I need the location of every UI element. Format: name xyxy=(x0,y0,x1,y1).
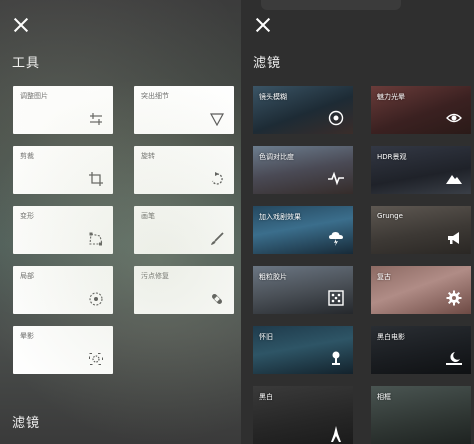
top-bar xyxy=(261,0,401,10)
perspective-icon xyxy=(89,232,103,246)
triangle-icon xyxy=(210,113,224,126)
filter-card-retrolux[interactable]: 怀旧 xyxy=(253,326,353,374)
close-icon[interactable] xyxy=(255,17,271,33)
tool-label: 污点修复 xyxy=(141,272,169,280)
tool-card-adjust[interactable]: 调整图片 xyxy=(13,86,113,134)
filter-label: Grunge xyxy=(377,212,403,220)
filters-panel: 滤镜 镜头模糊 魅力光晕 色调对比度 HDR景观 加入戏剧效果 Grunge 粗… xyxy=(241,0,474,444)
tool-card-healing[interactable]: 污点修复 xyxy=(134,266,234,314)
vignette-icon xyxy=(89,353,103,365)
tool-card-rotate[interactable]: 旋转 xyxy=(134,146,234,194)
tool-card-vignette[interactable]: 晕影 xyxy=(13,326,113,374)
lens-icon xyxy=(328,110,344,126)
filter-label: 怀旧 xyxy=(259,333,273,341)
filter-label: 黑白电影 xyxy=(377,333,405,341)
filter-label: 复古 xyxy=(377,273,391,281)
filter-card-vintage[interactable]: 复古 xyxy=(371,266,471,314)
filter-label: 镜头模糊 xyxy=(259,93,287,101)
sliders-icon xyxy=(90,113,102,125)
filter-label: 魅力光晕 xyxy=(377,93,405,101)
bandage-icon xyxy=(212,294,222,304)
tool-card-perspective[interactable]: 变形 xyxy=(13,206,113,254)
crop-icon xyxy=(89,172,103,186)
filter-card-grainy-film[interactable]: 粗粒胶片 xyxy=(253,266,353,314)
tool-label: 突出细节 xyxy=(141,92,169,100)
tool-label: 调整图片 xyxy=(20,92,48,100)
tool-card-crop[interactable]: 剪裁 xyxy=(13,146,113,194)
app-screen: 工具 调整图片 突出细节 剪裁 旋转 变形 画笔 局部 污点修复 晕影 滤镜 滤… xyxy=(0,0,474,444)
filter-card-noir[interactable]: 黑白电影 xyxy=(371,326,471,374)
film-grain-icon xyxy=(328,290,344,306)
moon-city-icon xyxy=(446,352,462,365)
filter-card-lens-blur[interactable]: 镜头模糊 xyxy=(253,86,353,134)
tools-panel: 工具 调整图片 突出细节 剪裁 旋转 变形 画笔 局部 污点修复 晕影 滤镜 xyxy=(0,0,241,444)
filter-card-black-white[interactable]: 黑白 xyxy=(253,386,353,444)
gear-icon xyxy=(446,290,462,306)
tool-label: 剪裁 xyxy=(20,152,34,160)
megaphone-icon xyxy=(448,232,459,244)
tower-icon xyxy=(331,426,341,442)
filter-label: 相框 xyxy=(377,393,391,401)
tool-label: 旋转 xyxy=(141,152,155,160)
filter-card-tonal-contrast[interactable]: 色调对比度 xyxy=(253,146,353,194)
cloud-lightning-icon xyxy=(329,232,343,246)
eye-icon xyxy=(446,113,462,123)
filter-card-grunge[interactable]: Grunge xyxy=(371,206,471,254)
pulse-icon xyxy=(328,171,344,186)
rotate-icon xyxy=(211,172,223,185)
filter-label: 加入戏剧效果 xyxy=(259,213,301,221)
mountain-icon xyxy=(446,175,462,184)
filter-card-drama[interactable]: 加入戏剧效果 xyxy=(253,206,353,254)
target-icon xyxy=(89,292,103,306)
tool-card-selective[interactable]: 局部 xyxy=(13,266,113,314)
tool-label: 局部 xyxy=(20,272,34,280)
tool-label: 晕影 xyxy=(20,332,34,340)
filters-section-title-partial: 滤镜 xyxy=(12,416,41,431)
filter-card-frames[interactable]: 相框 xyxy=(371,386,471,444)
filter-label: HDR景观 xyxy=(377,153,407,161)
tool-label: 变形 xyxy=(20,212,34,220)
filter-label: 黑白 xyxy=(259,393,273,401)
filters-section-title: 滤镜 xyxy=(253,56,282,71)
tool-card-brush[interactable]: 画笔 xyxy=(134,206,234,254)
tool-label: 画笔 xyxy=(141,212,155,220)
filter-label: 粗粒胶片 xyxy=(259,273,287,281)
scroll-icon xyxy=(332,351,340,365)
close-icon[interactable] xyxy=(13,17,29,33)
tools-section-title: 工具 xyxy=(12,56,41,71)
brush-icon xyxy=(211,232,224,245)
filter-card-hdr-scape[interactable]: HDR景观 xyxy=(371,146,471,194)
filter-card-glamour-glow[interactable]: 魅力光晕 xyxy=(371,86,471,134)
tool-card-details[interactable]: 突出细节 xyxy=(134,86,234,134)
filter-label: 色调对比度 xyxy=(259,153,294,161)
